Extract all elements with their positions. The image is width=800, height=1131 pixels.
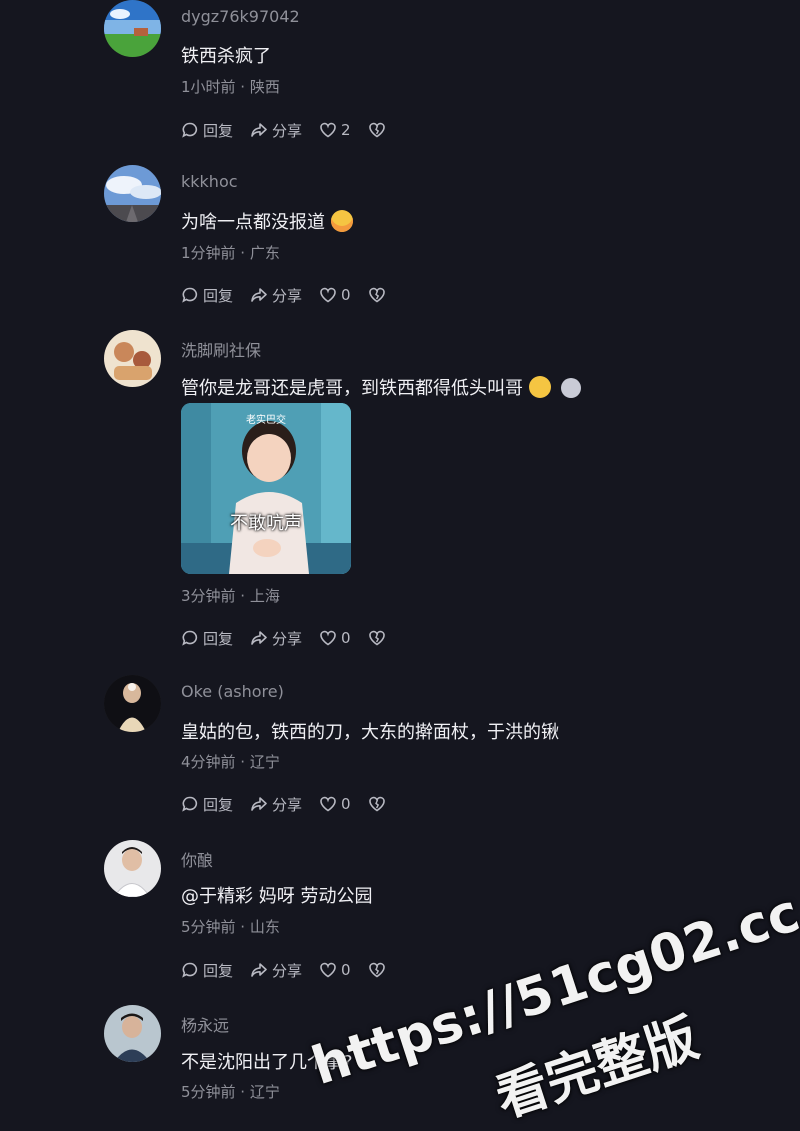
username[interactable]: 洗脚刷社保 [181,337,261,361]
dislike-button[interactable] [368,286,386,304]
share-label: 分享 [272,961,303,980]
chat-bubble-icon [182,122,198,138]
sticker-caption-main: 不敢吭声 [230,513,302,534]
share-arrow-icon [251,631,267,645]
heart-icon [320,796,336,812]
share-arrow-icon [251,797,267,811]
dislike-button[interactable] [368,629,386,647]
heart-icon [320,122,336,138]
reply-button[interactable]: 回复 [181,120,233,141]
share-button[interactable]: 分享 [250,120,302,141]
reply-button[interactable]: 回复 [181,960,233,981]
share-button[interactable]: 分享 [250,960,302,981]
avatar[interactable] [104,0,161,57]
like-button[interactable]: 2 [319,121,351,139]
smirk-face-emoji [529,376,551,398]
dislike-button[interactable] [368,795,386,813]
sticker-image[interactable]: 老实巴交 不敢吭声 [181,403,351,574]
like-count: 0 [341,629,351,647]
reply-button[interactable]: 回复 [181,285,233,306]
like-button[interactable]: 0 [319,961,351,979]
comment-meta: 1分钟前 · 广东 [181,244,280,262]
comment-meta: 5分钟前 · 辽宁 [181,1083,280,1101]
heart-icon [320,287,336,303]
comment-meta: 1小时前 · 陕西 [181,78,280,96]
scared-face-emoji [331,210,353,232]
comment-actions: 回复 分享 0 [181,959,403,981]
username[interactable]: dygz76k97042 [181,7,300,26]
avatar[interactable] [104,330,161,387]
reply-button[interactable]: 回复 [181,628,233,649]
chat-bubble-icon [182,287,198,303]
reply-label: 回复 [203,629,234,648]
username[interactable]: Oke (ashore) [181,682,284,701]
comment-meta: 4分钟前 · 辽宁 [181,753,280,771]
like-button[interactable]: 0 [319,286,351,304]
dislike-button[interactable] [368,961,386,979]
reply-label: 回复 [203,121,234,140]
cat-emoji [561,378,581,398]
comment-text: 管你是龙哥还是虎哥，到铁西都得低头叫哥 [181,374,581,400]
like-count: 2 [341,121,351,139]
share-arrow-icon [251,288,267,302]
comment-text: @于精彩 妈呀 劳动公园 [181,886,373,907]
share-label: 分享 [272,286,303,305]
reply-label: 回复 [203,286,234,305]
comment-text: 铁西杀疯了 [181,46,271,67]
comment-text-content: 管你是龙哥还是虎哥，到铁西都得低头叫哥 [181,378,523,399]
chat-bubble-icon [182,630,198,646]
share-label: 分享 [272,629,303,648]
share-button[interactable]: 分享 [250,794,302,815]
reply-label: 回复 [203,795,234,814]
like-button[interactable]: 0 [319,629,351,647]
reply-button[interactable]: 回复 [181,794,233,815]
sticker-caption-top: 老实巴交 [246,415,286,426]
dislike-button[interactable] [368,121,386,139]
heart-icon [320,962,336,978]
chat-bubble-icon [182,962,198,978]
like-count: 0 [341,795,351,813]
username[interactable]: 你酿 [181,847,213,871]
avatar[interactable] [104,1005,161,1062]
comment-actions: 回复 分享 0 [181,627,403,649]
broken-heart-icon [368,796,385,812]
broken-heart-icon [368,962,385,978]
username[interactable]: kkkhoc [181,172,238,191]
comment-actions: 回复 分享 2 [181,119,403,141]
like-count: 0 [341,961,351,979]
share-arrow-icon [251,123,267,137]
comment-text: 为啥一点都没报道 [181,208,353,234]
share-button[interactable]: 分享 [250,628,302,649]
username[interactable]: 杨永远 [181,1012,229,1036]
avatar[interactable] [104,675,161,732]
broken-heart-icon [368,630,385,646]
comment-actions: 回复 分享 0 [181,284,403,306]
share-label: 分享 [272,121,303,140]
comment-text: 皇姑的包，铁西的刀，大东的擀面杖，于洪的锹 [181,722,559,743]
comment-meta: 3分钟前 · 上海 [181,587,280,605]
share-button[interactable]: 分享 [250,285,302,306]
reply-label: 回复 [203,961,234,980]
avatar[interactable] [104,165,161,222]
comment-meta: 5分钟前 · 山东 [181,918,280,936]
chat-bubble-icon [182,796,198,812]
share-label: 分享 [272,795,303,814]
avatar[interactable] [104,840,161,897]
like-count: 0 [341,286,351,304]
share-arrow-icon [251,963,267,977]
comment-actions: 回复 分享 0 [181,793,403,815]
broken-heart-icon [368,287,385,303]
broken-heart-icon [368,122,385,138]
comment-text-content: 为啥一点都没报道 [181,212,325,233]
like-button[interactable]: 0 [319,795,351,813]
heart-icon [320,630,336,646]
